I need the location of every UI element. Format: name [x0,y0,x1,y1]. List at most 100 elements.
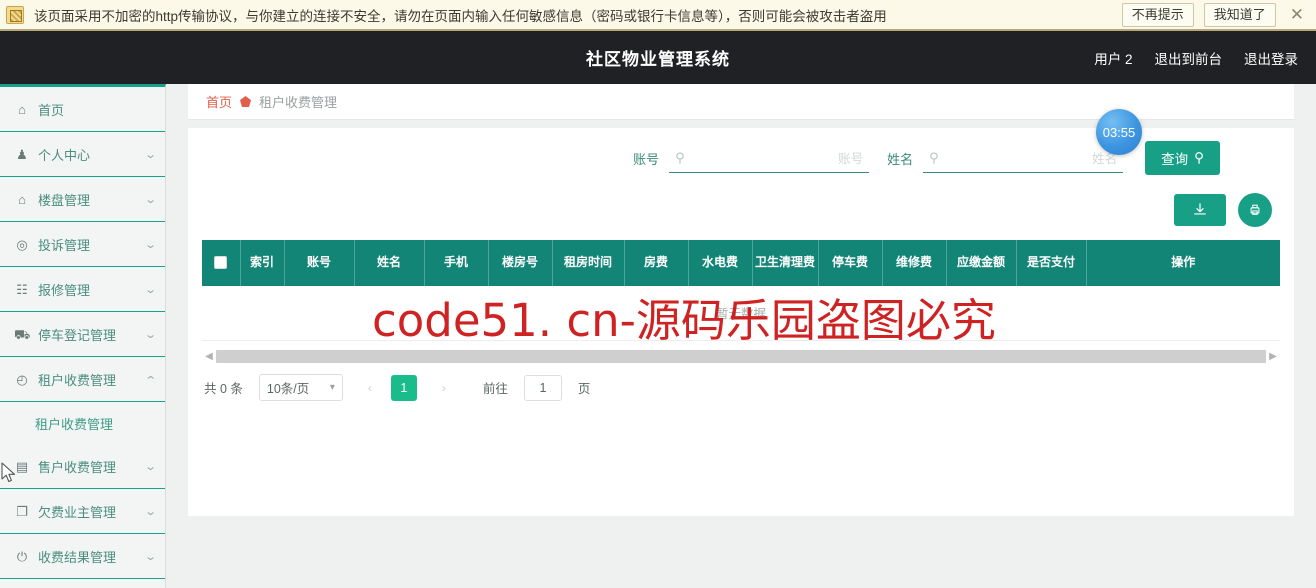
table-header-sanitation_fee: 卫生清理费 [752,240,819,286]
sidebar-item-8[interactable]: ▤ 售户收费管理 ⌄ [0,444,165,489]
home-marker-icon [240,96,252,107]
sidebar-item-10[interactable]: ⏻ 收费结果管理 ⌄ [0,534,165,579]
table-header-label: 索引 [249,255,274,270]
chevron-down-icon: ⌄ [143,148,157,161]
sidebar-item-label: 租户收费管理 [35,416,114,432]
sidebar-item-2[interactable]: ⌂ 楼盘管理 ⌄ [0,177,165,222]
building-icon: ⌂ [18,191,26,207]
table-header-label: 手机 [443,255,468,270]
page-size-select[interactable]: 10条/页 ▾ [258,374,343,401]
table-header-label: 卫生清理费 [754,255,815,270]
table-header-house_no: 楼房号 [488,240,553,286]
goto-label: 前往 [482,382,508,396]
table-header-label: 水电费 [701,255,738,270]
search-icon: ⚲ [675,149,685,165]
sidebar-item-label: 售户收费管理 [38,459,117,475]
account-filter-label: 账号 [633,151,660,167]
total-count-label: 共 0 条 [204,382,243,396]
print-button[interactable] [1238,193,1272,227]
goto-page-input[interactable] [523,374,562,401]
page-size-value: 10条/页 [266,382,310,396]
breadcrumb-current: 租户收费管理 [259,95,338,110]
close-icon[interactable]: ✕ [1290,6,1304,23]
http-warning-text: 该页面采用不加密的http传输协议，与你建立的连接不安全，请勿在页面内输入任何敏… [34,8,887,24]
current-user-label[interactable]: 用户 2 [1094,48,1132,68]
chevron-down-icon: ⌄ [143,238,157,251]
sidebar-item-0[interactable]: ⌂ 首页 [0,87,165,132]
account-input-wrapper[interactable]: ⚲ 账号 [669,143,870,173]
chevron-down-icon: ▾ [329,382,335,393]
table-header-account: 账号 [284,240,355,286]
account-filter-field: 账号 ⚲ 账号 [633,143,870,173]
sidebar-item-label: 个人中心 [38,147,91,163]
watermark-red-text: code51. cn-源码乐园盗图必究 [372,294,996,347]
page-unit-label: 页 [577,382,591,396]
sidebar-item-9[interactable]: ❐ 欠费业主管理 ⌄ [0,489,165,534]
account-search-input[interactable] [690,150,864,165]
name-input-wrapper[interactable]: ⚲ 姓名 [923,143,1124,173]
sidebar-item-1[interactable]: ♟ 个人中心 ⌄ [0,132,165,177]
chevron-up-icon: ⌄ [143,372,157,385]
table-head: 索引 账号 姓名 手机 楼房号 租房时间 房费 水电费 卫生清理费 停车费 维修费 应缴金额 是否支付 操… [202,240,1280,286]
chevron-down-icon: ⌄ [143,550,157,563]
header-actions: 用户 2 退出到前台 退出登录 [1094,48,1298,68]
car-icon: ⛟ [14,326,31,342]
table-horizontal-scrollbar[interactable]: ◀ ▶ [202,348,1280,364]
sidebar-item-label: 楼盘管理 [38,192,91,208]
session-countdown-badge[interactable]: 03:55 [1096,109,1142,155]
search-icon: ⚲ [929,149,939,165]
table-header-check[interactable] [202,240,241,286]
table-action-row [202,188,1280,232]
scroll-right-icon[interactable]: ▶ [1266,351,1280,362]
table-header-label: 维修费 [895,255,932,270]
prev-page-button[interactable]: ‹ [359,375,381,401]
app-root: code51.cncode51.cncode51.cncode51.cncode… [0,0,1316,588]
sidebar-item-7[interactable]: 租户收费管理 [0,402,165,444]
table-header-label: 账号 [306,255,331,270]
printer-icon [1250,204,1260,215]
exit-to-frontend-link[interactable]: 退出到前台 [1155,48,1223,68]
sidebar-item-3[interactable]: ◎ 投诉管理 ⌄ [0,222,165,267]
table-header-label: 租房时间 [563,255,612,270]
table-header-label: 应缴金额 [956,255,1005,270]
table-header-label: 房费 [643,255,668,270]
download-icon [1194,203,1206,215]
next-page-button[interactable]: › [433,375,455,401]
dont-remind-button[interactable]: 不再提示 [1121,2,1194,27]
top-header: 社区物业管理系统 用户 2 退出到前台 退出登录 [0,31,1316,84]
search-icon: ⚲ [1194,150,1204,165]
sidebar-item-label: 停车登记管理 [38,327,117,343]
sidebar-item-label: 投诉管理 [38,237,91,253]
table-header-rent_time: 租房时间 [552,240,625,286]
chevron-down-icon: ⌄ [143,328,157,341]
table-header-house_fee: 房费 [624,240,689,286]
table-header-label: 是否支付 [1026,255,1075,270]
card-icon: ▤ [15,458,29,474]
repair-icon: ☷ [16,281,28,297]
acknowledge-button[interactable]: 我知道了 [1203,2,1276,27]
query-button[interactable]: 查询 ⚲ [1145,141,1220,175]
sidebar-item-6[interactable]: ◴ 租户收费管理 ⌄ [0,357,165,402]
copy-icon: ❐ [16,503,28,519]
name-search-input[interactable] [944,150,1118,165]
sidebar-item-label: 收费结果管理 [38,549,117,565]
sidebar-item-5[interactable]: ⛟ 停车登记管理 ⌄ [0,312,165,357]
http-warning-bar: 该页面采用不加密的http传输协议，与你建立的连接不安全，请勿在页面内输入任何敏… [0,0,1316,31]
table-header-label: 操作 [1171,255,1196,270]
complaint-icon: ◎ [16,236,28,252]
table-header-utility_fee: 水电费 [688,240,753,286]
chevron-down-icon: ⌄ [143,505,157,518]
clock-icon: ◴ [16,371,28,387]
table-header-amount_due: 应缴金额 [946,240,1017,286]
sidebar-item-label: 报修管理 [38,282,91,298]
name-filter-label: 姓名 [887,151,914,167]
breadcrumb-home-link[interactable]: 首页 [206,92,232,111]
select-all-checkbox[interactable] [214,256,228,270]
scroll-left-icon[interactable]: ◀ [202,351,216,362]
user-icon: ♟ [16,146,28,162]
logout-link[interactable]: 退出登录 [1244,48,1298,68]
page-number-1[interactable]: 1 [390,374,417,401]
scrollbar-thumb[interactable] [216,349,1266,363]
export-button[interactable] [1174,194,1226,226]
sidebar-item-4[interactable]: ☷ 报修管理 ⌄ [0,267,165,312]
